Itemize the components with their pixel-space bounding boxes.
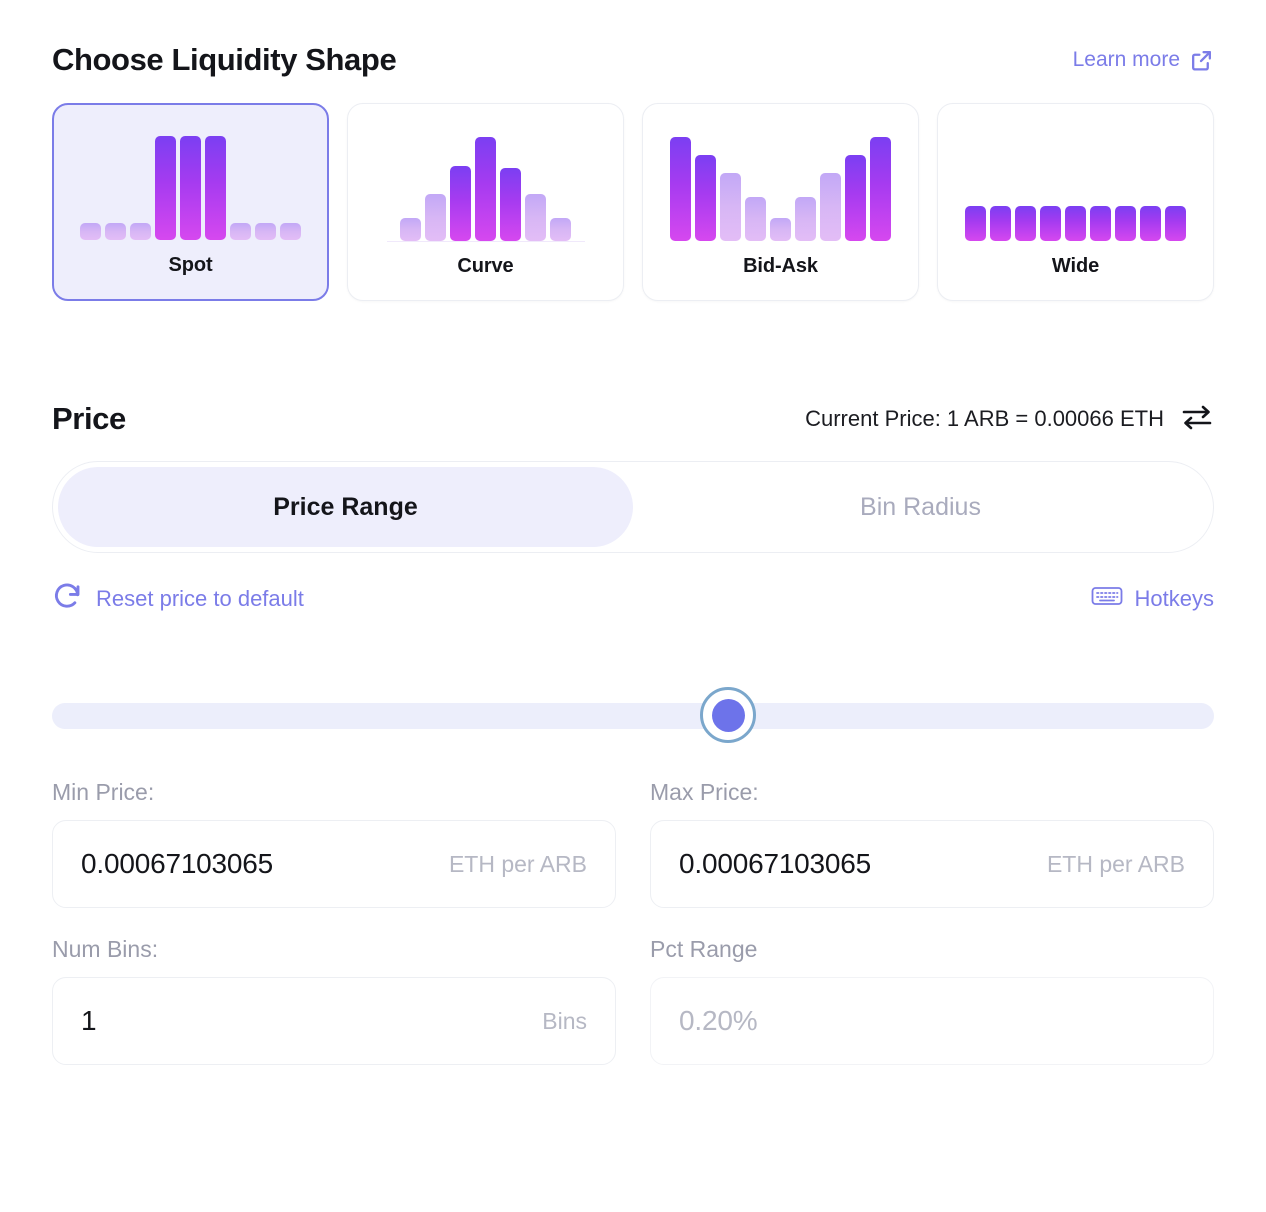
shape-bar: [230, 223, 251, 240]
min-price-value: 0.00067103065: [81, 848, 274, 879]
shape-bar: [965, 205, 986, 241]
shape-bar: [1140, 205, 1161, 241]
shape-bar: [130, 223, 151, 240]
shape-bar: [695, 154, 716, 241]
num-bins-field-group: Num Bins: 1 Bins: [52, 936, 616, 1065]
hotkeys-button[interactable]: Hotkeys: [1091, 584, 1214, 614]
shape-bar: [255, 223, 276, 240]
hotkeys-label: Hotkeys: [1134, 586, 1214, 611]
num-bins-value: 1: [81, 1005, 97, 1036]
current-price-text: Current Price: 1 ARB = 0.00066 ETH: [805, 406, 1164, 431]
min-price-suffix: ETH per ARB: [448, 850, 587, 877]
shape-card-curve[interactable]: Curve: [347, 103, 624, 301]
slider-handle[interactable]: [700, 687, 757, 743]
shape-bar: [1165, 205, 1186, 241]
shape-art-bid-ask: [643, 104, 918, 255]
num-bins-suffix: Bins: [542, 1007, 587, 1034]
pct-range-input[interactable]: 0.20%: [650, 977, 1214, 1065]
shape-card-label: Wide: [1051, 255, 1100, 277]
shape-card-label: Bid-Ask: [743, 255, 818, 277]
shape-bar: [105, 223, 126, 240]
learn-more-label: Learn more: [1072, 48, 1180, 71]
learn-more-link[interactable]: Learn more: [1073, 48, 1214, 73]
shape-bar: [770, 218, 791, 241]
price-utility-row: Reset price to default Hotkeys: [52, 581, 1214, 617]
max-price-input[interactable]: 0.00067103065 ETH per ARB: [650, 820, 1214, 908]
shape-bar: [525, 194, 546, 241]
shape-bar: [155, 136, 176, 240]
price-range-slider[interactable]: [52, 687, 1214, 743]
price-mode-tabs: Price Range Bin Radius: [52, 461, 1214, 553]
shape-bar: [400, 218, 421, 241]
price-title: Price: [52, 401, 126, 436]
tab-price-range[interactable]: Price Range: [58, 467, 633, 547]
shape-bar: [1115, 205, 1136, 241]
max-price-label: Max Price:: [650, 779, 759, 805]
shape-card-label: Curve: [457, 255, 514, 277]
max-price-suffix: ETH per ARB: [1046, 850, 1185, 877]
pct-range-value: 0.20%: [679, 1005, 758, 1036]
shape-bar: [280, 223, 301, 240]
shape-art-curve: [348, 104, 623, 255]
shape-bar: [720, 173, 741, 241]
min-price-field-group: Min Price: 0.00067103065 ETH per ARB: [52, 779, 616, 908]
tab-bin-radius[interactable]: Bin Radius: [633, 467, 1208, 547]
shape-card-wide[interactable]: Wide: [937, 103, 1214, 301]
slider-knob: [711, 698, 745, 732]
shape-bar: [475, 137, 496, 241]
baseline-rule: [386, 240, 585, 242]
reset-price-button[interactable]: Reset price to default: [52, 581, 304, 617]
pct-range-field-group: Pct Range 0.20%: [650, 936, 1214, 1065]
price-fields-grid: Min Price: 0.00067103065 ETH per ARB Max…: [52, 779, 1214, 1065]
shape-bar: [500, 168, 521, 241]
shape-bar: [1040, 205, 1061, 241]
shape-bar: [180, 136, 201, 240]
external-link-icon: [1189, 48, 1214, 73]
shape-card-spot[interactable]: Spot: [52, 103, 329, 301]
min-price-input[interactable]: 0.00067103065 ETH per ARB: [52, 820, 616, 908]
min-price-label: Min Price:: [52, 779, 155, 805]
current-price-group: Current Price: 1 ARB = 0.00066 ETH: [805, 402, 1214, 437]
price-section-header: Price Current Price: 1 ARB = 0.00066 ETH: [52, 401, 1214, 437]
shape-bar: [990, 205, 1011, 241]
shape-card-list: Spot Curve Bid-Ask Wide: [52, 103, 1214, 301]
swap-arrows-icon[interactable]: [1180, 402, 1214, 437]
shape-bar: [1065, 205, 1086, 241]
shape-art-wide: [938, 104, 1213, 255]
liquidity-shape-panel: Choose Liquidity Shape Learn more Spot C…: [0, 0, 1266, 1212]
shape-card-bid-ask[interactable]: Bid-Ask: [642, 103, 919, 301]
keyboard-icon: [1091, 584, 1123, 614]
shape-bar: [425, 194, 446, 241]
num-bins-input[interactable]: 1 Bins: [52, 977, 616, 1065]
shape-bar: [80, 223, 101, 240]
shape-card-label: Spot: [168, 254, 213, 276]
num-bins-label: Num Bins:: [52, 936, 159, 962]
shape-bar: [845, 154, 866, 241]
shape-bar: [870, 137, 891, 241]
page-title: Choose Liquidity Shape: [52, 42, 397, 77]
max-price-value: 0.00067103065: [679, 848, 872, 879]
refresh-icon: [52, 581, 82, 617]
shape-bar: [795, 197, 816, 241]
shape-bar: [205, 136, 226, 240]
shape-bar: [745, 197, 766, 241]
shape-bar: [550, 218, 571, 241]
shape-section-header: Choose Liquidity Shape Learn more: [52, 0, 1214, 78]
shape-bar: [1015, 205, 1036, 241]
max-price-field-group: Max Price: 0.00067103065 ETH per ARB: [650, 779, 1214, 908]
reset-price-label: Reset price to default: [96, 586, 304, 611]
slider-track[interactable]: [52, 703, 1214, 729]
shape-bar: [1090, 205, 1111, 241]
shape-bar: [820, 173, 841, 241]
pct-range-label: Pct Range: [650, 936, 758, 962]
shape-bar: [450, 166, 471, 241]
shape-bar: [670, 137, 691, 241]
shape-art-spot: [54, 105, 327, 254]
